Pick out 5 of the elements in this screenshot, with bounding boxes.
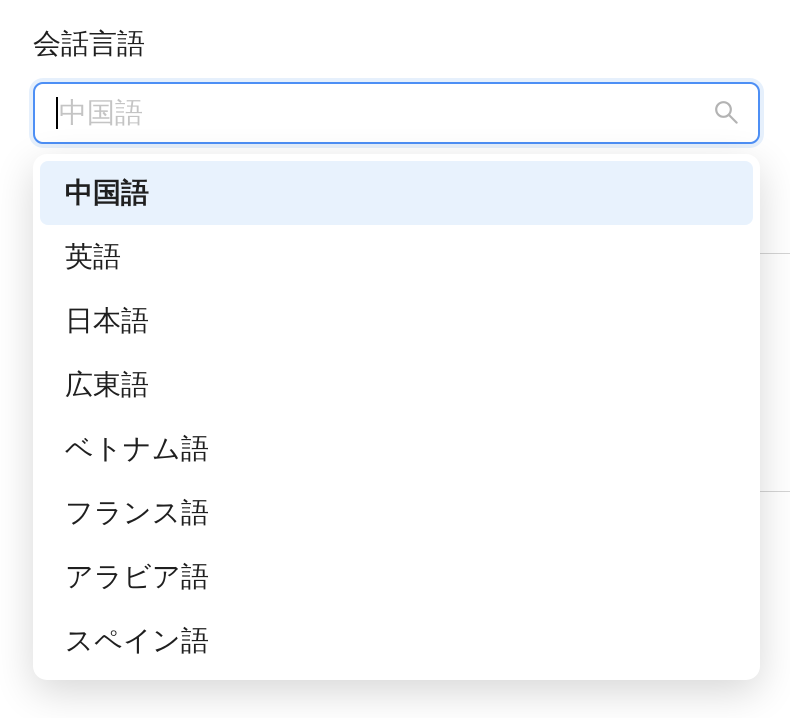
field-label: 会話言語: [33, 27, 145, 61]
search-field[interactable]: 中国語: [33, 82, 760, 144]
search-icon[interactable]: [714, 100, 738, 124]
dropdown-option[interactable]: 中国語: [40, 161, 753, 225]
text-caret: [56, 97, 58, 129]
